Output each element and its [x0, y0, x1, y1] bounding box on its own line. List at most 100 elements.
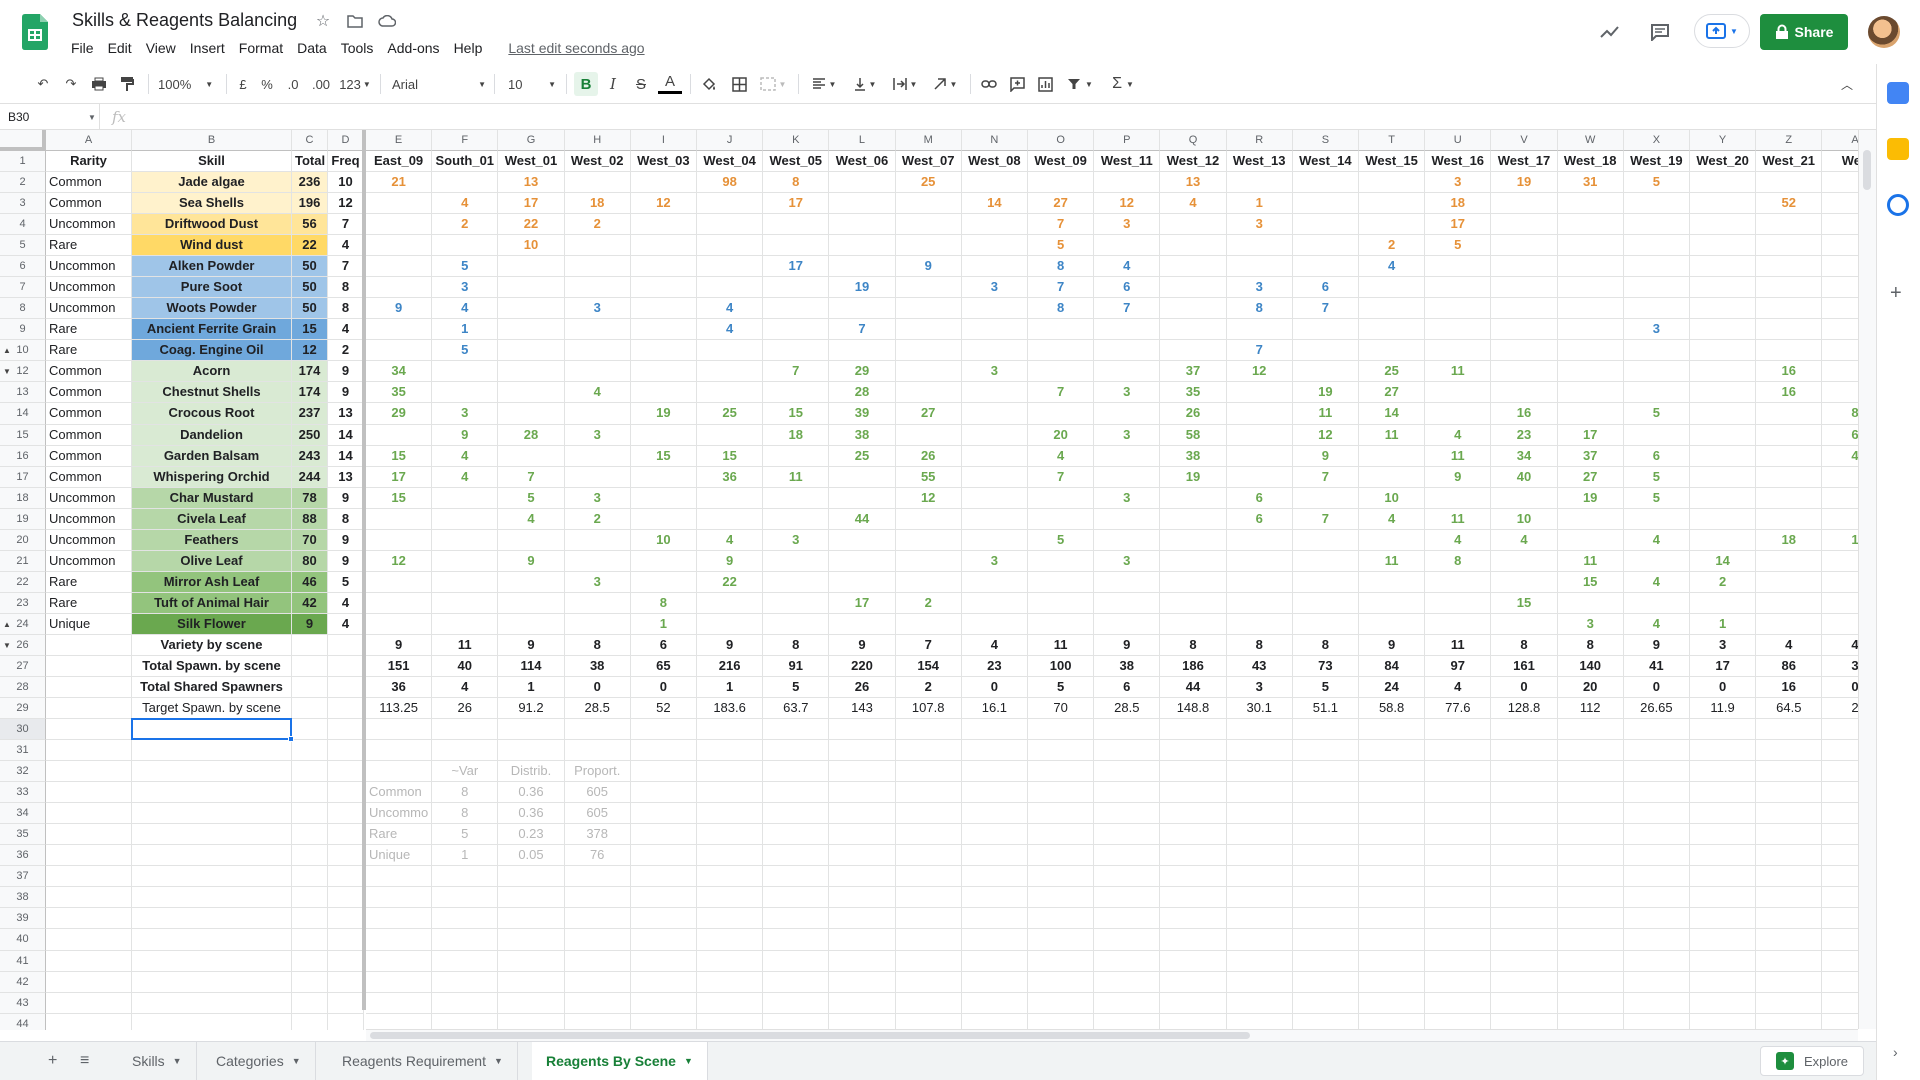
scene-value-cell[interactable]: 216 — [697, 655, 764, 677]
row-header[interactable]: 7 — [0, 277, 46, 299]
scene-value-cell[interactable]: 34 — [366, 361, 433, 383]
scene-value-cell[interactable] — [895, 382, 962, 404]
scene-value-cell[interactable]: 4 — [1822, 635, 1858, 656]
rarity-cell[interactable]: Uncommon — [46, 256, 132, 278]
scene-value-cell[interactable] — [1292, 929, 1359, 951]
scene-value-cell[interactable] — [366, 613, 433, 635]
scene-value-cell[interactable]: 17 — [1557, 424, 1624, 446]
scene-value-cell[interactable] — [895, 424, 962, 446]
skill-cell[interactable]: Variety by scene — [132, 634, 292, 656]
scene-value-cell[interactable]: 8 — [432, 803, 499, 825]
scene-value-cell[interactable] — [1226, 613, 1293, 635]
scene-value-cell[interactable] — [1491, 193, 1558, 215]
scene-value-cell[interactable] — [1028, 950, 1095, 972]
scene-header-cell[interactable]: West_15 — [1359, 151, 1426, 173]
skill-cell[interactable] — [132, 908, 292, 930]
scene-value-cell[interactable] — [1491, 782, 1558, 804]
scene-value-cell[interactable] — [697, 845, 764, 867]
scene-value-cell[interactable]: 4 — [432, 445, 499, 467]
scene-value-cell[interactable] — [1292, 214, 1359, 236]
scene-value-cell[interactable]: 7 — [1226, 340, 1293, 362]
scene-value-cell[interactable] — [961, 992, 1028, 1014]
scene-value-cell[interactable] — [895, 361, 962, 383]
scene-value-cell[interactable] — [1160, 340, 1227, 362]
skill-cell[interactable] — [132, 782, 292, 804]
scene-value-cell[interactable]: 0.23 — [498, 824, 565, 846]
scene-value-cell[interactable]: 605 — [564, 803, 631, 825]
scene-value-cell[interactable] — [366, 508, 433, 530]
skill-cell[interactable]: Char Mustard — [132, 487, 292, 509]
row-header[interactable]: 1 — [0, 151, 46, 173]
scene-value-cell[interactable] — [961, 424, 1028, 446]
scene-header-cell[interactable]: West_06 — [829, 151, 896, 173]
row-header[interactable]: 36 — [0, 845, 46, 867]
scene-value-cell[interactable]: 4 — [1425, 529, 1492, 551]
scene-value-cell[interactable] — [1690, 193, 1757, 215]
scene-value-cell[interactable] — [829, 487, 896, 509]
scene-value-cell[interactable] — [1226, 887, 1293, 909]
scene-value-cell[interactable] — [1557, 592, 1624, 614]
column-header[interactable]: J — [697, 130, 764, 151]
scene-value-cell[interactable]: 0.36 — [498, 803, 565, 825]
scene-value-cell[interactable]: 20 — [1028, 424, 1095, 446]
scene-value-cell[interactable] — [1292, 971, 1359, 993]
column-header[interactable]: Y — [1690, 130, 1757, 151]
scene-value-cell[interactable] — [1756, 971, 1823, 993]
scene-value-cell[interactable]: 27 — [895, 403, 962, 425]
scene-value-cell[interactable] — [1756, 845, 1823, 867]
scene-value-cell[interactable]: 11 — [1425, 634, 1492, 656]
calendar-icon[interactable] — [1887, 82, 1909, 104]
scene-value-cell[interactable]: 19 — [630, 403, 697, 425]
scene-value-cell[interactable] — [829, 803, 896, 825]
rarity-cell[interactable] — [46, 929, 132, 951]
scene-value-cell[interactable]: 40 — [432, 655, 499, 677]
scene-value-cell[interactable] — [1557, 382, 1624, 404]
scene-value-cell[interactable] — [1160, 803, 1227, 825]
scene-value-cell[interactable] — [1557, 908, 1624, 930]
fill-handle[interactable] — [288, 736, 294, 743]
scene-value-cell[interactable] — [432, 382, 499, 404]
scene-value-cell[interactable] — [697, 613, 764, 635]
scene-value-cell[interactable] — [1425, 592, 1492, 614]
total-cell[interactable] — [292, 887, 328, 909]
scene-value-cell[interactable] — [630, 487, 697, 509]
row-header[interactable]: 23 — [0, 592, 46, 614]
scene-value-cell[interactable]: 3 — [564, 571, 631, 593]
total-cell[interactable]: 88 — [292, 508, 328, 530]
scene-value-cell[interactable] — [1491, 740, 1558, 762]
rarity-cell[interactable]: Rarity — [46, 151, 132, 173]
scene-value-cell[interactable] — [366, 193, 433, 215]
scene-value-cell[interactable] — [1160, 613, 1227, 635]
scene-value-cell[interactable] — [829, 298, 896, 320]
scene-value-cell[interactable]: 17 — [763, 256, 830, 278]
scene-value-cell[interactable] — [1292, 487, 1359, 509]
scene-value-cell[interactable] — [366, 256, 433, 278]
scene-value-cell[interactable] — [630, 319, 697, 341]
scene-value-cell[interactable] — [564, 361, 631, 383]
scene-value-cell[interactable] — [697, 235, 764, 257]
scene-value-cell[interactable]: 39 — [829, 403, 896, 425]
scene-value-cell[interactable] — [1822, 782, 1858, 804]
scene-value-cell[interactable] — [1690, 592, 1757, 614]
scene-value-cell[interactable] — [1425, 845, 1492, 867]
scene-value-cell[interactable] — [895, 887, 962, 909]
scene-value-cell[interactable] — [1028, 361, 1095, 383]
scene-value-cell[interactable] — [432, 172, 499, 194]
scene-value-cell[interactable] — [630, 340, 697, 362]
scene-value-cell[interactable] — [829, 214, 896, 236]
scene-value-cell[interactable] — [1359, 592, 1426, 614]
scene-value-cell[interactable]: 5 — [1028, 677, 1095, 699]
scene-value-cell[interactable] — [1623, 719, 1690, 741]
scene-value-cell[interactable] — [1227, 1013, 1293, 1030]
scene-value-cell[interactable] — [1756, 592, 1823, 614]
scene-value-cell[interactable] — [1226, 424, 1293, 446]
scene-value-cell[interactable]: 19 — [1491, 172, 1558, 194]
document-title[interactable]: Skills & Reagents Balancing — [72, 10, 297, 31]
add-on-plus-icon[interactable]: + — [1890, 282, 1902, 305]
scene-value-cell[interactable] — [1491, 887, 1558, 909]
scene-value-cell[interactable] — [1425, 487, 1492, 509]
insert-link-icon[interactable] — [978, 72, 1000, 96]
scene-value-cell[interactable] — [1226, 950, 1293, 972]
scene-value-cell[interactable]: 8 — [1028, 298, 1095, 320]
scene-value-cell[interactable]: 36 — [697, 466, 764, 488]
